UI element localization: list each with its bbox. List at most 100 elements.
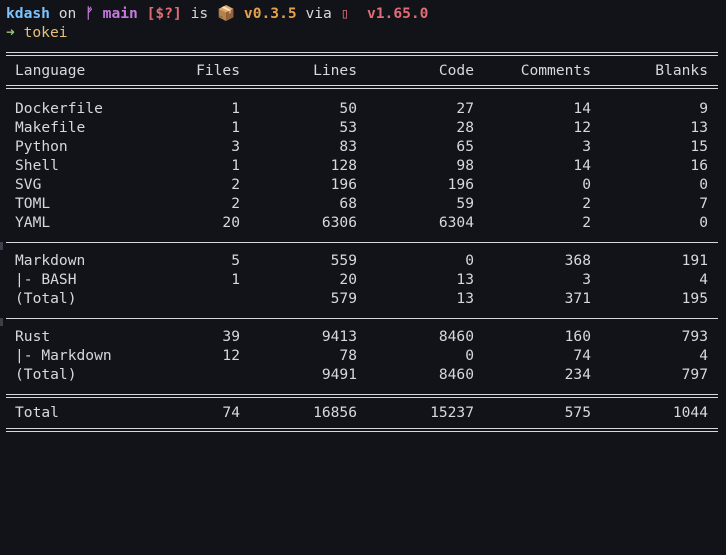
cell-files: 20 bbox=[222, 214, 240, 231]
table-row: Makefile 1 53 28 12 13 bbox=[6, 118, 718, 137]
cell-code: 8460 bbox=[438, 328, 474, 345]
total-blanks: 1044 bbox=[672, 404, 708, 421]
table-row: Markdown 5 559 0 368 191 bbox=[6, 251, 718, 270]
git-status: [$?] bbox=[146, 5, 182, 22]
header-files: Files bbox=[196, 62, 240, 79]
header-language: Language bbox=[15, 62, 86, 79]
prompt-arrow-icon: ➜ bbox=[6, 24, 15, 41]
cell-language: Shell bbox=[15, 157, 59, 174]
cell-comments: 0 bbox=[582, 176, 591, 193]
cell-files: 2 bbox=[231, 195, 240, 212]
cell-language: Markdown bbox=[15, 252, 86, 269]
cell-code: 8460 bbox=[438, 366, 474, 383]
git-branch-name: main bbox=[102, 5, 138, 22]
cell-code: 0 bbox=[465, 347, 474, 364]
cell-language: Makefile bbox=[15, 119, 86, 136]
cell-comments: 371 bbox=[564, 290, 591, 307]
cell-lines: 559 bbox=[330, 252, 357, 269]
cell-language: SVG bbox=[15, 176, 42, 193]
cell-files: 3 bbox=[231, 138, 240, 155]
table-row: Dockerfile 1 50 27 14 9 bbox=[6, 99, 718, 118]
cell-comments: 160 bbox=[564, 328, 591, 345]
cell-blanks: 0 bbox=[699, 214, 708, 231]
cell-lines: 579 bbox=[330, 290, 357, 307]
cell-language: TOML bbox=[15, 195, 51, 212]
header-comments: Comments bbox=[520, 62, 591, 79]
cell-code: 28 bbox=[456, 119, 474, 136]
cell-code: 0 bbox=[465, 252, 474, 269]
cell-comments: 2 bbox=[582, 214, 591, 231]
cell-code: 13 bbox=[456, 271, 474, 288]
cell-language: Dockerfile bbox=[15, 100, 103, 117]
cell-lines: 50 bbox=[339, 100, 357, 117]
cell-files: 1 bbox=[231, 157, 240, 174]
cell-files: 39 bbox=[222, 328, 240, 345]
total-comments: 575 bbox=[564, 404, 591, 421]
total-code: 15237 bbox=[430, 404, 474, 421]
table-header-row: Language Files Lines Code Comments Blank… bbox=[6, 61, 718, 80]
total-label: Total bbox=[15, 404, 59, 421]
table-row: |- BASH 1 20 13 3 4 bbox=[6, 270, 718, 289]
cell-comments: 234 bbox=[564, 366, 591, 383]
cell-lines: 78 bbox=[339, 347, 357, 364]
header-lines: Lines bbox=[313, 62, 357, 79]
cell-comments: 74 bbox=[573, 347, 591, 364]
table-total-row: Total 74 16856 15237 575 1044 bbox=[6, 403, 718, 422]
total-files: 74 bbox=[222, 404, 240, 421]
header-rule bbox=[6, 85, 718, 89]
cell-comments: 14 bbox=[573, 157, 591, 174]
command-line: ➜ tokei bbox=[6, 23, 68, 42]
cell-code: 98 bbox=[456, 157, 474, 174]
table-row: (Total) 9491 8460 234 797 bbox=[6, 365, 718, 384]
group-rule bbox=[6, 318, 718, 319]
package-icon: 📦 bbox=[216, 5, 236, 22]
cell-files: 12 bbox=[222, 347, 240, 364]
cell-code: 65 bbox=[456, 138, 474, 155]
terminal-window: kdash on ᚠ main [$?] is 📦 v0.3.5 via ▯ v… bbox=[0, 0, 726, 443]
table-row: (Total) 579 13 371 195 bbox=[6, 289, 718, 308]
table-row: Rust 39 9413 8460 160 793 bbox=[6, 327, 718, 346]
cell-blanks: 9 bbox=[699, 100, 708, 117]
cell-lines: 196 bbox=[330, 176, 357, 193]
cell-blanks: 13 bbox=[690, 119, 708, 136]
package-version: v0.3.5 bbox=[243, 5, 297, 22]
rust-icon: ▯ bbox=[340, 5, 350, 22]
cell-lines: 6306 bbox=[321, 214, 357, 231]
git-branch-icon: ᚠ bbox=[85, 5, 94, 22]
cell-blanks: 4 bbox=[699, 271, 708, 288]
cell-blanks: 15 bbox=[690, 138, 708, 155]
cell-files: 1 bbox=[231, 100, 240, 117]
cell-language: (Total) bbox=[15, 366, 77, 383]
table-row: |- Markdown 12 78 0 74 4 bbox=[6, 346, 718, 365]
cell-language: |- BASH bbox=[15, 271, 77, 288]
cell-language: Python bbox=[15, 138, 68, 155]
cell-language: |- Markdown bbox=[15, 347, 112, 364]
prompt-is-word: is bbox=[190, 5, 209, 22]
cell-blanks: 7 bbox=[699, 195, 708, 212]
group-rule bbox=[6, 242, 718, 243]
cell-blanks: 0 bbox=[699, 176, 708, 193]
rust-version: v1.65.0 bbox=[366, 5, 429, 22]
cell-blanks: 16 bbox=[690, 157, 708, 174]
header-blanks: Blanks bbox=[655, 62, 708, 79]
cell-comments: 14 bbox=[573, 100, 591, 117]
cell-lines: 83 bbox=[339, 138, 357, 155]
cell-code: 6304 bbox=[438, 214, 474, 231]
cell-blanks: 191 bbox=[681, 252, 708, 269]
table-row: YAML 20 6306 6304 2 0 bbox=[6, 213, 718, 232]
cell-blanks: 4 bbox=[699, 347, 708, 364]
cell-lines: 20 bbox=[339, 271, 357, 288]
table-top-rule bbox=[6, 52, 718, 56]
cell-blanks: 195 bbox=[681, 290, 708, 307]
cell-lines: 9413 bbox=[321, 328, 357, 345]
cell-files: 5 bbox=[231, 252, 240, 269]
cell-lines: 68 bbox=[339, 195, 357, 212]
cell-files: 2 bbox=[231, 176, 240, 193]
cell-lines: 9491 bbox=[321, 366, 357, 383]
table-row: Python 3 83 65 3 15 bbox=[6, 137, 718, 156]
cell-lines: 53 bbox=[339, 119, 357, 136]
cell-code: 27 bbox=[456, 100, 474, 117]
cell-comments: 3 bbox=[582, 271, 591, 288]
cell-lines: 128 bbox=[330, 157, 357, 174]
cell-language: Rust bbox=[15, 328, 51, 345]
